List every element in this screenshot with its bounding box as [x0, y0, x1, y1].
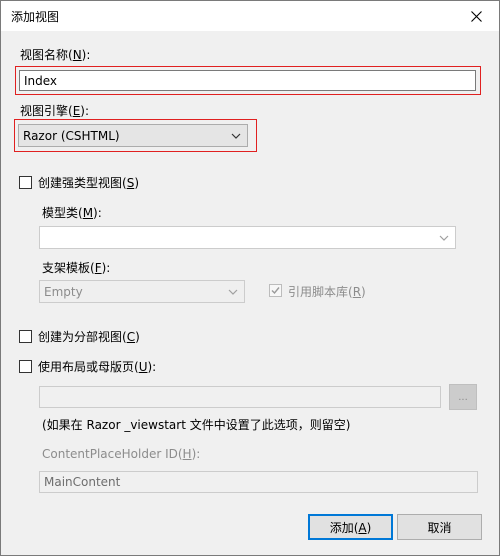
content-placeholder-value: MainContent [44, 475, 121, 489]
view-name-label: 视图名称(N): [20, 48, 91, 62]
chevron-down-icon [231, 133, 241, 139]
cancel-button[interactable]: 取消 [397, 514, 482, 540]
view-engine-selected-value: Razor (CSHTML) [23, 128, 120, 143]
add-button-label: 添加(A) [329, 520, 372, 535]
add-button[interactable]: 添加(A) [308, 514, 393, 540]
reference-scripts-checkbox[interactable] [269, 284, 282, 297]
content-placeholder-input[interactable]: MainContent [39, 471, 478, 493]
layout-path-input[interactable] [39, 386, 441, 408]
use-layout-checkbox[interactable] [19, 360, 32, 373]
cancel-button-label: 取消 [427, 520, 452, 535]
scaffold-template-label: 支架模板(F): [42, 261, 111, 275]
strong-typed-label: 创建强类型视图(S) [38, 176, 139, 190]
scaffold-template-selected-value: Empty [44, 284, 83, 299]
partial-view-label: 创建为分部视图(C) [38, 330, 140, 344]
dialog-title: 添加视图 [11, 10, 60, 24]
title-bar: 添加视图 [1, 1, 499, 31]
chevron-down-icon [439, 235, 449, 241]
browse-layout-label: ... [458, 391, 468, 403]
view-engine-select[interactable]: Razor (CSHTML) [18, 124, 248, 147]
use-layout-label: 使用布局或母版页(U): [38, 360, 157, 374]
model-class-label: 模型类(M): [42, 206, 102, 220]
layout-hint-text: (如果在 Razor _viewstart 文件中设置了此选项，则留空) [42, 418, 351, 432]
chevron-down-icon [228, 289, 238, 295]
browse-layout-button[interactable]: ... [449, 384, 477, 410]
scaffold-template-select[interactable]: Empty [39, 280, 245, 303]
add-view-dialog: 添加视图 视图名称(N): Index 视图引擎(E): Razor (CSHT… [0, 0, 500, 556]
reference-scripts-label: 引用脚本库(R) [288, 285, 366, 299]
view-name-input[interactable]: Index [19, 70, 476, 91]
strong-typed-checkbox[interactable] [19, 176, 32, 189]
model-class-select[interactable] [39, 226, 456, 249]
view-name-value: Index [24, 73, 58, 88]
close-button[interactable] [453, 1, 499, 31]
partial-view-checkbox[interactable] [19, 330, 32, 343]
content-placeholder-label: ContentPlaceHolder ID(H): [42, 447, 201, 461]
checkmark-icon [271, 287, 280, 295]
view-engine-label: 视图引擎(E): [20, 104, 90, 118]
close-icon [470, 10, 482, 22]
